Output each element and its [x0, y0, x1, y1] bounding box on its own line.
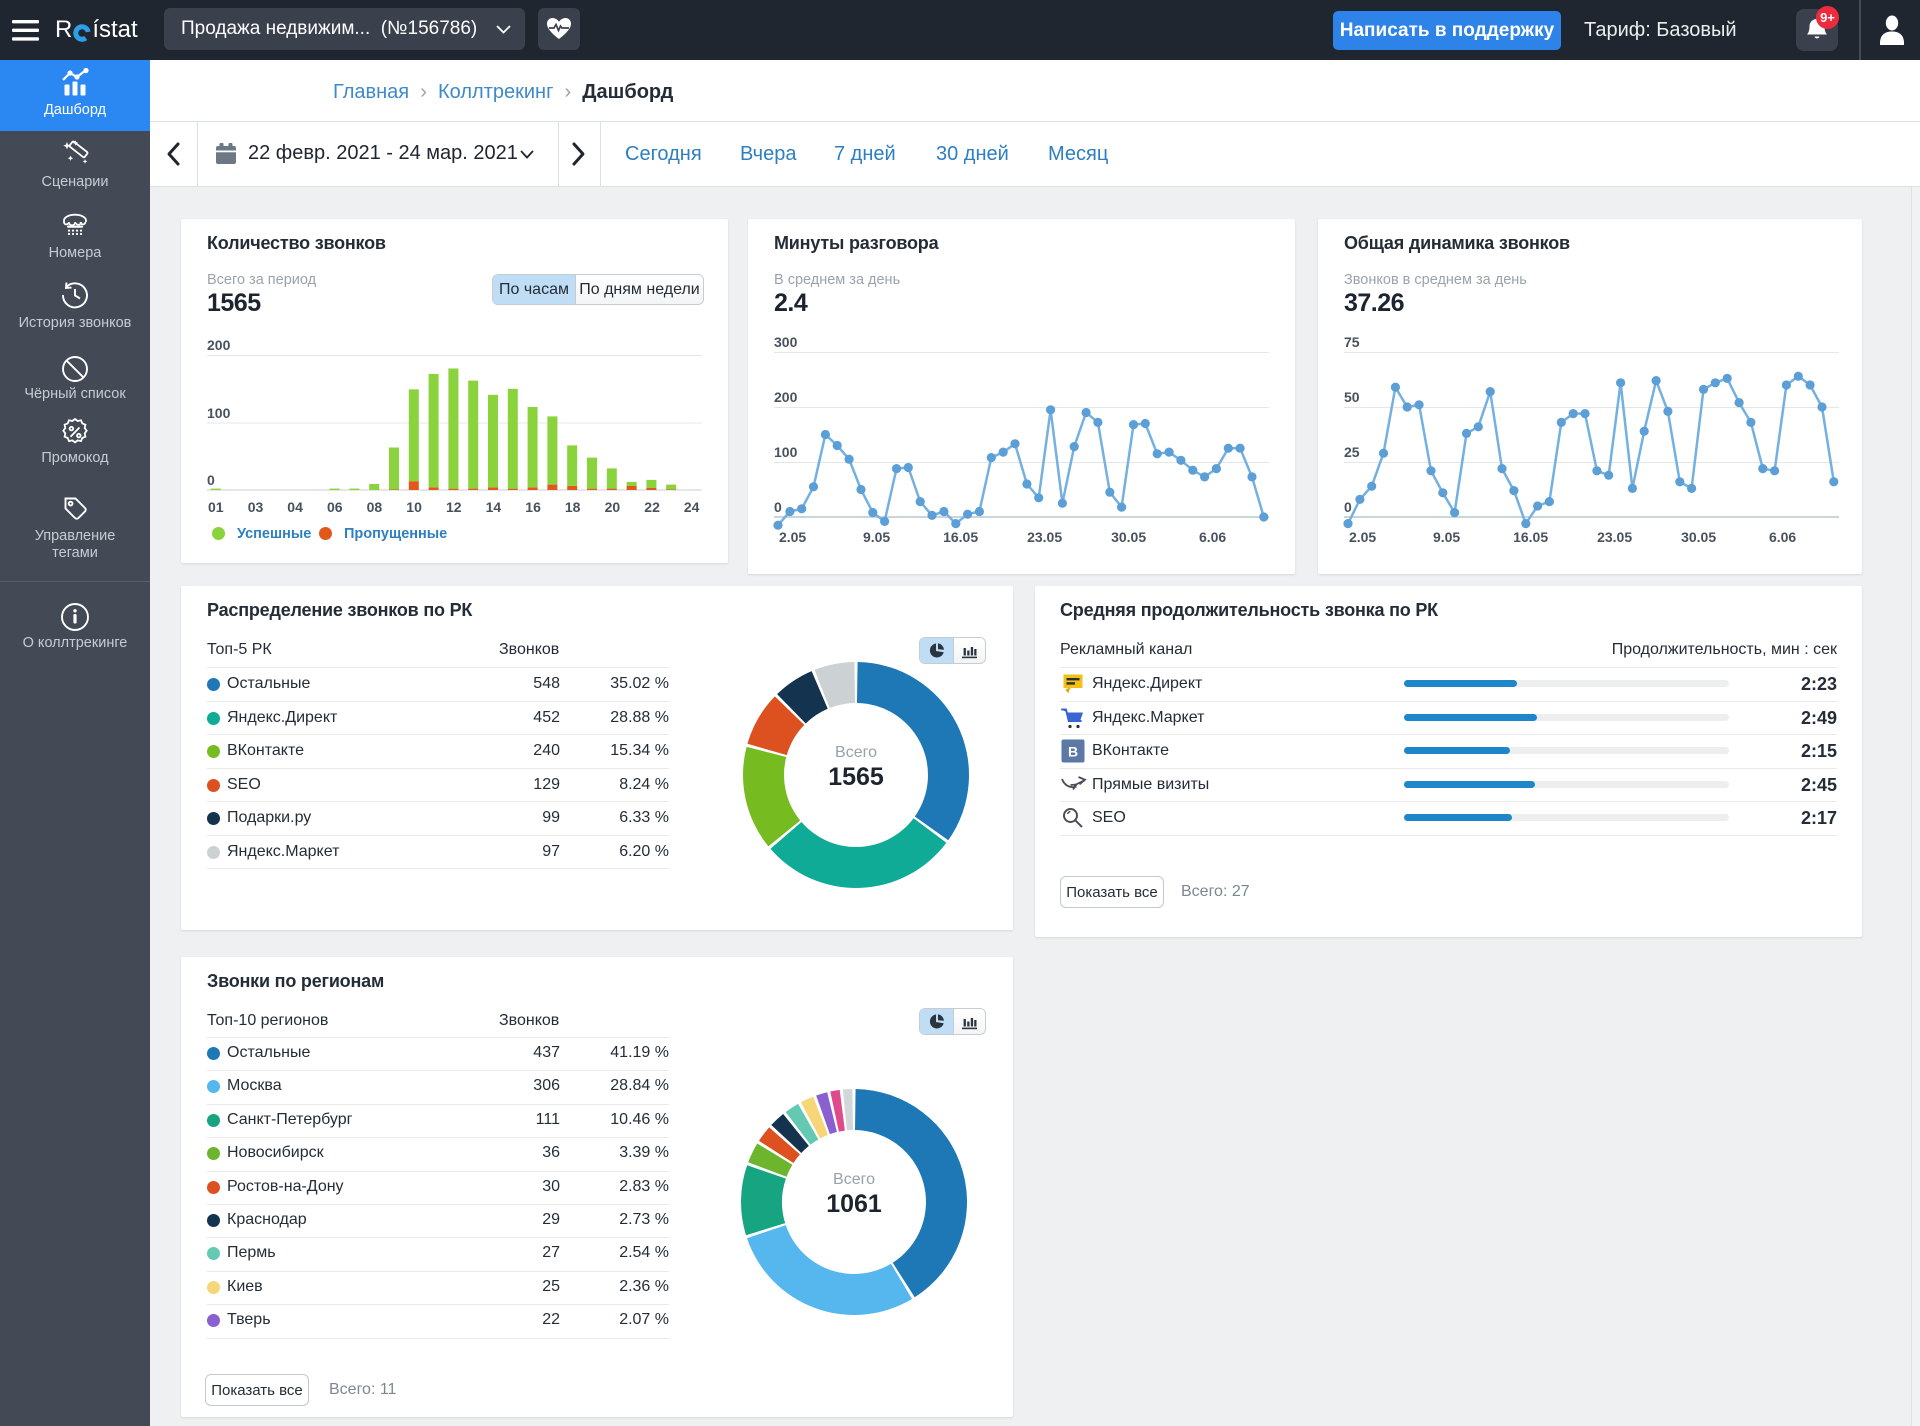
svg-text:B: B	[1068, 744, 1078, 760]
